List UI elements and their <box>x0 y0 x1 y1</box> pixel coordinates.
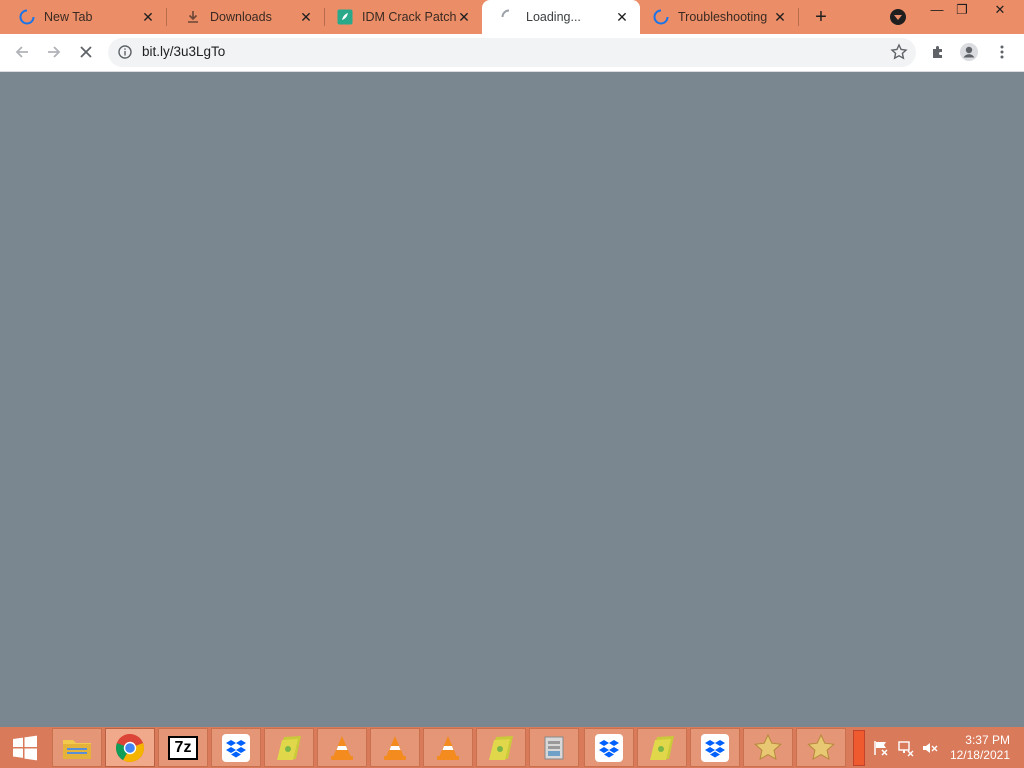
windows-logo-icon <box>13 735 37 760</box>
tab-close-button[interactable]: ✕ <box>614 9 630 25</box>
volume-muted-icon[interactable] <box>921 739 939 757</box>
extensions-button[interactable] <box>926 40 950 64</box>
clock-time: 3:37 PM <box>965 733 1010 747</box>
tab-search-icon[interactable] <box>890 9 906 25</box>
site-favicon-icon <box>336 8 354 26</box>
tab-title: IDM Crack Patch <box>362 10 457 24</box>
tab-downloads[interactable]: Downloads ✕ <box>166 0 324 34</box>
download-icon <box>184 8 202 26</box>
tab-close-button[interactable]: ✕ <box>298 9 314 25</box>
page-content <box>0 72 1024 727</box>
puzzle-icon <box>933 46 942 58</box>
stop-loading-button[interactable] <box>74 40 98 64</box>
start-button[interactable] <box>0 727 50 768</box>
chrome-icon <box>115 733 145 762</box>
7zip-label: 7z <box>174 738 192 756</box>
star-icon <box>807 733 835 760</box>
vlc-icon <box>384 735 406 760</box>
taskbar-google-chrome[interactable] <box>105 728 155 767</box>
taskbar: 7z 3:37 PM 12/18/2021 <box>0 727 1024 768</box>
close-icon <box>80 46 92 58</box>
url-text[interactable]: bit.ly/3u3LgTo <box>142 44 225 59</box>
installer-icon <box>544 736 564 759</box>
forward-button[interactable] <box>42 40 66 64</box>
tab-title: New Tab <box>44 10 93 24</box>
taskbar-dropbox-3[interactable] <box>690 728 740 767</box>
tab-troubleshooting[interactable]: Troubleshooting ✕ <box>640 0 798 34</box>
forward-arrow-icon <box>48 46 61 58</box>
more-vertical-icon <box>1000 45 1004 59</box>
vlc-icon <box>331 735 353 760</box>
taskbar-vlc-1[interactable] <box>317 728 367 767</box>
tab-strip: New Tab ✕ Downloads ✕ IDM Crack Patch ✕ … <box>0 0 1024 34</box>
clock[interactable]: 3:37 PM 12/18/2021 <box>940 733 1010 763</box>
dropbox-icon <box>701 733 729 762</box>
dropbox-icon <box>595 733 623 762</box>
loading-spinner-icon <box>652 8 670 26</box>
restore-button[interactable]: ❐ <box>945 0 979 22</box>
folder-icon <box>489 735 513 760</box>
taskbar-vlc-3[interactable] <box>423 728 473 767</box>
star-icon <box>754 733 782 760</box>
taskbar-vlc-2[interactable] <box>370 728 420 767</box>
taskbar-favorite-1[interactable] <box>743 728 793 767</box>
back-arrow-icon <box>15 46 28 58</box>
network-icon[interactable] <box>897 739 915 757</box>
profile-button[interactable] <box>957 40 981 64</box>
avatar-icon <box>960 43 978 61</box>
tab-close-button[interactable]: ✕ <box>456 9 472 25</box>
taskbar-overflow[interactable] <box>853 730 865 766</box>
tab-title: Troubleshooting <box>678 10 768 24</box>
taskbar-file-explorer[interactable] <box>52 728 102 767</box>
menu-button[interactable] <box>990 40 1014 64</box>
clock-date: 12/18/2021 <box>949 748 1010 762</box>
vlc-icon <box>437 735 459 760</box>
browser-toolbar: bit.ly/3u3LgTo <box>0 34 1024 72</box>
folder-icon <box>277 735 301 760</box>
taskbar-folder-3[interactable] <box>637 728 687 767</box>
loading-spinner-icon <box>18 8 36 26</box>
taskbar-folder-2[interactable] <box>476 728 526 767</box>
tab-idm-crack-patch[interactable]: IDM Crack Patch ✕ <box>324 0 482 34</box>
taskbar-dropbox-2[interactable] <box>584 728 634 767</box>
tab-title: Downloads <box>210 10 272 24</box>
taskbar-7zip[interactable]: 7z <box>158 728 208 767</box>
back-button[interactable] <box>10 40 34 64</box>
action-center-flag-icon[interactable] <box>872 739 890 757</box>
tab-separator <box>798 8 799 26</box>
7zip-icon: 7z <box>168 735 198 760</box>
tab-title: Loading... <box>526 10 581 24</box>
taskbar-dropbox-1[interactable] <box>211 728 261 767</box>
folder-icon <box>63 739 91 759</box>
dropbox-icon <box>222 733 250 762</box>
taskbar-installer[interactable] <box>529 728 579 767</box>
close-window-button[interactable]: ✕ <box>983 0 1017 22</box>
tab-close-button[interactable]: ✕ <box>140 9 156 25</box>
taskbar-folder-1[interactable] <box>264 728 314 767</box>
loading-spinner-icon <box>500 8 518 26</box>
folder-icon <box>650 735 674 760</box>
taskbar-favorite-2[interactable] <box>796 728 846 767</box>
info-icon[interactable] <box>118 45 132 59</box>
tab-close-button[interactable]: ✕ <box>772 9 788 25</box>
new-tab-button[interactable]: + <box>808 5 834 29</box>
tab-new-tab[interactable]: New Tab ✕ <box>0 0 166 34</box>
address-bar[interactable]: bit.ly/3u3LgTo <box>108 38 916 67</box>
tab-loading[interactable]: Loading... ✕ <box>482 0 640 34</box>
bookmark-star-icon[interactable] <box>890 43 908 61</box>
